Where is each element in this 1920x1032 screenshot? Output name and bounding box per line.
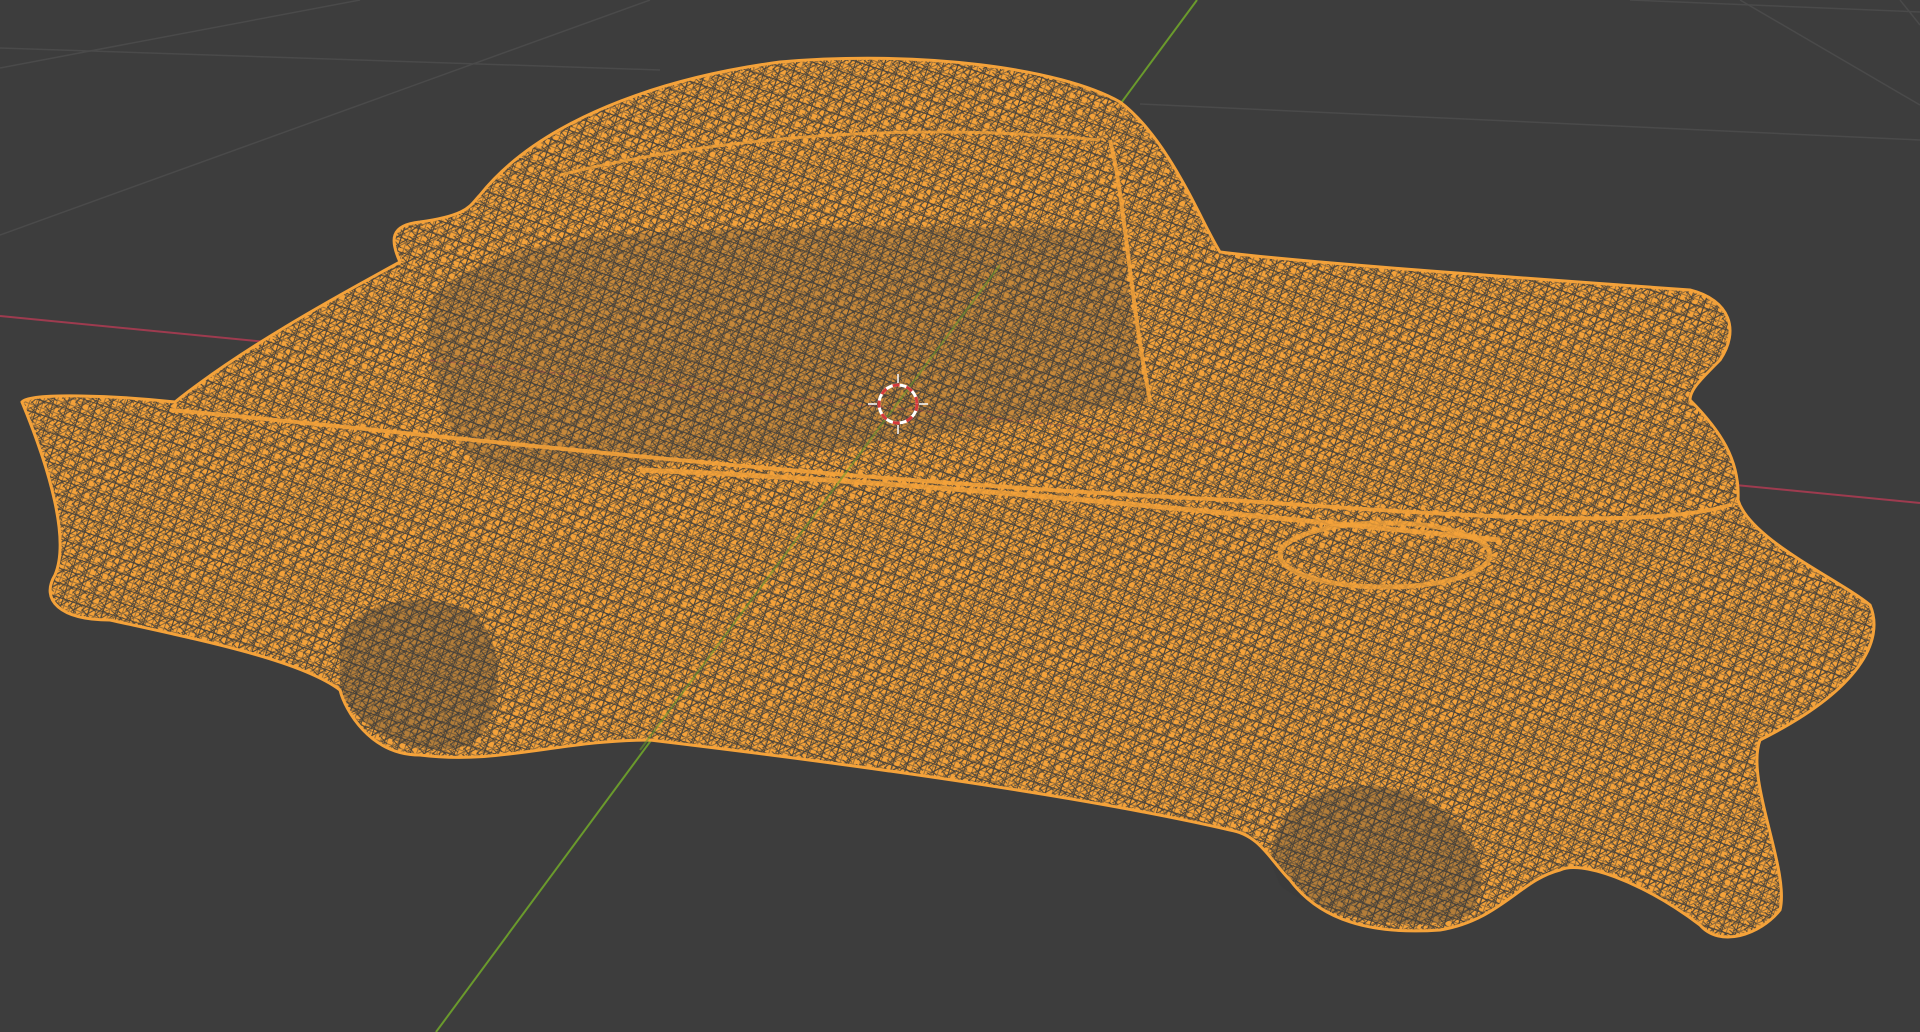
car-mesh-object[interactable] — [20, 56, 1876, 939]
grid-line — [1139, 103, 1920, 141]
grid-line — [1629, 0, 1920, 13]
grid-line — [0, 47, 661, 71]
grid-line — [1739, 0, 1920, 106]
viewport-canvas[interactable] — [0, 0, 1920, 1032]
3d-viewport[interactable] — [0, 0, 1920, 1032]
car-mesh-texture — [22, 58, 1875, 937]
